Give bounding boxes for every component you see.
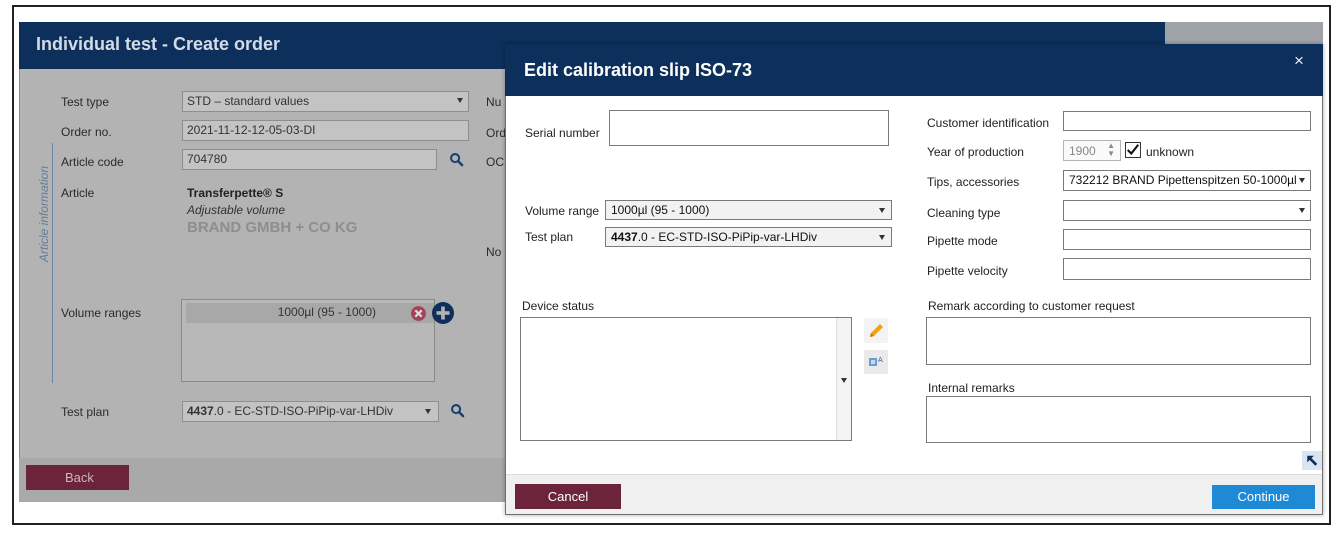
magnifier-icon[interactable] (445, 400, 469, 420)
stepper-arrows-icon[interactable]: ▲ ▼ (1107, 142, 1115, 158)
modal-footer (506, 474, 1322, 514)
test-plan-label: Test plan (525, 230, 574, 244)
customer-identification-input[interactable] (1063, 111, 1311, 131)
serial-number-label: Serial number (525, 126, 600, 140)
volume-range-value: 1000µl (95 - 1000) (611, 203, 710, 217)
article-subtitle: Adjustable volume (187, 203, 286, 217)
test-type-value: STD – standard values (187, 94, 310, 108)
translate-icon[interactable]: A (864, 350, 888, 374)
cleaning-type-select[interactable] (1063, 200, 1311, 221)
order-no-field[interactable]: 2021-11-12-12-05-03-DI (182, 120, 469, 141)
cleaning-type-label: Cleaning type (927, 206, 1001, 220)
pipette-mode-input[interactable] (1063, 229, 1311, 250)
dropdown-caret-icon (1299, 178, 1305, 183)
test-plan-number: 4437 (611, 230, 638, 244)
remove-circle-icon[interactable] (410, 305, 427, 322)
svg-text:A: A (878, 356, 883, 364)
unknown-label: unknown (1146, 145, 1195, 159)
tips-accessories-value: 732212 BRAND Pipettenspitzen 50-1000µl (1069, 173, 1297, 187)
cancel-button[interactable]: Cancel (515, 484, 621, 509)
year-of-production-label: Year of production (927, 145, 1024, 159)
volume-range-select[interactable]: 1000µl (95 - 1000) (605, 200, 892, 220)
article-label: Article (61, 186, 95, 200)
back-button[interactable]: Back (26, 465, 129, 490)
dropdown-caret-icon (425, 409, 431, 414)
volume-range-chip: 1000µl (95 - 1000) (186, 303, 434, 323)
volume-range-label: Volume range (525, 204, 600, 218)
article-name: Transferpette® S (187, 186, 284, 200)
device-status-dropdown-strip[interactable] (836, 318, 851, 440)
dropdown-caret-icon (1299, 208, 1305, 213)
order-no-label: Order no. (61, 125, 112, 139)
article-info-side-label: Article information (37, 165, 51, 262)
checkmark-icon (1127, 144, 1140, 156)
dropdown-caret-icon (879, 208, 885, 213)
close-icon[interactable]: × (1294, 51, 1304, 71)
bg-partial-label-2: Ord (486, 126, 507, 140)
bg-test-plan-label: Test plan (61, 405, 110, 419)
remark-customer-textarea[interactable] (926, 317, 1311, 365)
dropdown-caret-icon (841, 378, 847, 383)
internal-remarks-textarea[interactable] (926, 396, 1311, 443)
serial-number-input[interactable] (609, 110, 889, 146)
magnifier-icon[interactable] (444, 149, 468, 169)
article-code-field[interactable]: 704780 (182, 149, 437, 170)
year-of-production-stepper[interactable]: 1900 ▲ ▼ (1063, 140, 1121, 161)
bg-partial-label-4: No (486, 245, 502, 259)
bg-test-plan-name: .0 - EC-STD-ISO-PiPip-var-LHDiv (213, 404, 394, 418)
bg-test-plan-number: 4437 (187, 404, 214, 418)
add-circle-icon[interactable] (431, 301, 455, 325)
dropdown-caret-icon (457, 98, 463, 103)
device-status-textarea[interactable] (520, 317, 852, 441)
dropdown-caret-icon (879, 235, 885, 240)
pencil-icon[interactable] (864, 318, 888, 343)
remark-customer-label: Remark according to customer request (928, 299, 1135, 313)
pipette-mode-label: Pipette mode (927, 234, 998, 248)
resize-arrow-icon[interactable] (1302, 451, 1322, 470)
article-info-rail (52, 143, 53, 383)
modal-title: Edit calibration slip ISO-73 (524, 60, 753, 80)
background-window-title: Individual test - Create order (36, 34, 281, 54)
bg-partial-label-1: Nu (486, 95, 502, 109)
pipette-velocity-label: Pipette velocity (927, 264, 1008, 278)
year-of-production-value: 1900 (1069, 144, 1096, 158)
customer-identification-label: Customer identification (927, 116, 1050, 130)
article-code-label: Article code (61, 155, 124, 169)
article-manufacturer: BRAND GMBH + CO KG (187, 219, 358, 236)
bg-partial-label-3: OC (486, 155, 504, 169)
continue-button[interactable]: Continue (1212, 485, 1315, 509)
volume-ranges-label: Volume ranges (61, 306, 142, 320)
test-type-label: Test type (61, 95, 110, 109)
unknown-checkbox[interactable] (1125, 142, 1141, 158)
tips-accessories-label: Tips, accessories (927, 175, 1020, 189)
test-type-select[interactable]: STD – standard values (182, 91, 469, 112)
test-plan-select[interactable]: 4437.0 - EC-STD-ISO-PiPip-var-LHDiv (605, 227, 892, 247)
test-plan-name: .0 - EC-STD-ISO-PiPip-var-LHDiv (637, 230, 818, 244)
pipette-velocity-input[interactable] (1063, 258, 1311, 280)
internal-remarks-label: Internal remarks (928, 381, 1015, 395)
device-status-label: Device status (522, 299, 595, 313)
bg-test-plan-select[interactable]: 4437.0 - EC-STD-ISO-PiPip-var-LHDiv (182, 401, 439, 422)
tips-accessories-select[interactable]: 732212 BRAND Pipettenspitzen 50-1000µl (1063, 170, 1311, 191)
